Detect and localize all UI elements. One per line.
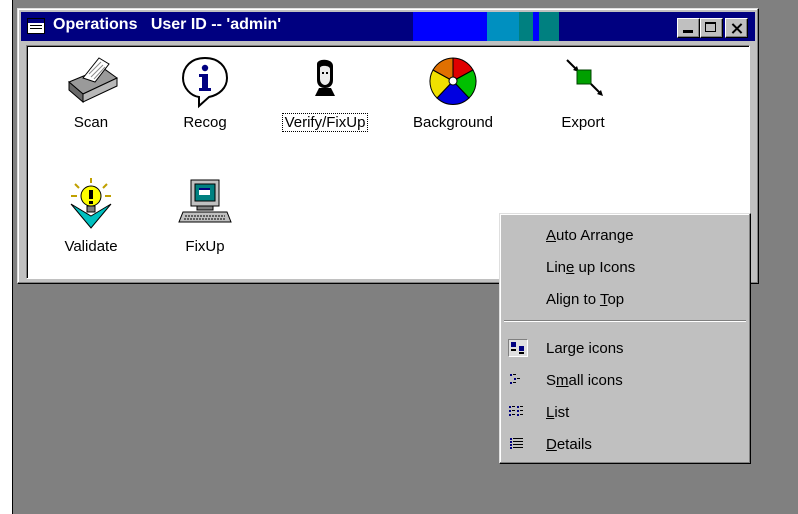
icon-item-export[interactable]: Export	[523, 52, 643, 131]
icon-item-recog[interactable]: Recog	[145, 52, 265, 131]
icon-item-scan[interactable]: Scan	[31, 52, 151, 131]
computer-icon	[175, 176, 235, 234]
export-arrows-icon	[553, 52, 613, 110]
window-title: Operations User ID -- 'admin'	[53, 16, 282, 33]
lightbulb-icon	[61, 176, 121, 234]
icon-item-verify-fixup[interactable]: Verify/FixUp	[265, 52, 385, 132]
icon-label: Verify/FixUp	[281, 113, 369, 132]
menu-item-auto-arrange[interactable]: Auto Arrange	[546, 227, 634, 244]
small-icons-icon	[508, 372, 528, 390]
color-wheel-icon	[423, 52, 483, 110]
large-icons-icon	[508, 339, 528, 357]
info-bubble-icon	[175, 52, 235, 110]
app-window-icon[interactable]	[27, 18, 45, 34]
close-button[interactable]	[725, 18, 748, 38]
icon-label: Export	[561, 114, 605, 131]
maximize-button[interactable]	[700, 18, 723, 38]
icon-label: Scan	[73, 114, 109, 131]
menu-item-small-icons[interactable]: Small icons	[546, 372, 623, 389]
menu-item-details[interactable]: Details	[546, 436, 592, 453]
title-bar[interactable]: Operations User ID -- 'admin'	[21, 12, 755, 41]
icon-item-background[interactable]: Background	[393, 52, 513, 131]
icon-label: FixUp	[185, 238, 225, 255]
menu-separator	[504, 320, 746, 322]
view-context-menu: Auto Arrange Line up Icons Align to Top …	[499, 213, 751, 464]
minimize-button[interactable]	[677, 18, 700, 38]
desktop: Operations User ID -- 'admin' Scan Recog…	[12, 0, 798, 514]
icon-label: Validate	[64, 238, 118, 255]
scanner-icon	[61, 52, 121, 110]
menu-item-list[interactable]: List	[546, 404, 569, 421]
person-head-icon	[295, 52, 355, 110]
menu-item-align-to-top[interactable]: Align to Top	[546, 291, 624, 308]
icon-item-fixup[interactable]: FixUp	[145, 176, 265, 255]
menu-item-line-up-icons[interactable]: Line up Icons	[546, 259, 635, 276]
details-view-icon	[508, 436, 528, 454]
icon-label: Background	[412, 114, 494, 131]
menu-item-large-icons[interactable]: Large icons	[546, 340, 624, 357]
icon-label: Recog	[183, 114, 227, 131]
icon-item-validate[interactable]: Validate	[31, 176, 151, 255]
list-view-icon	[508, 404, 528, 422]
